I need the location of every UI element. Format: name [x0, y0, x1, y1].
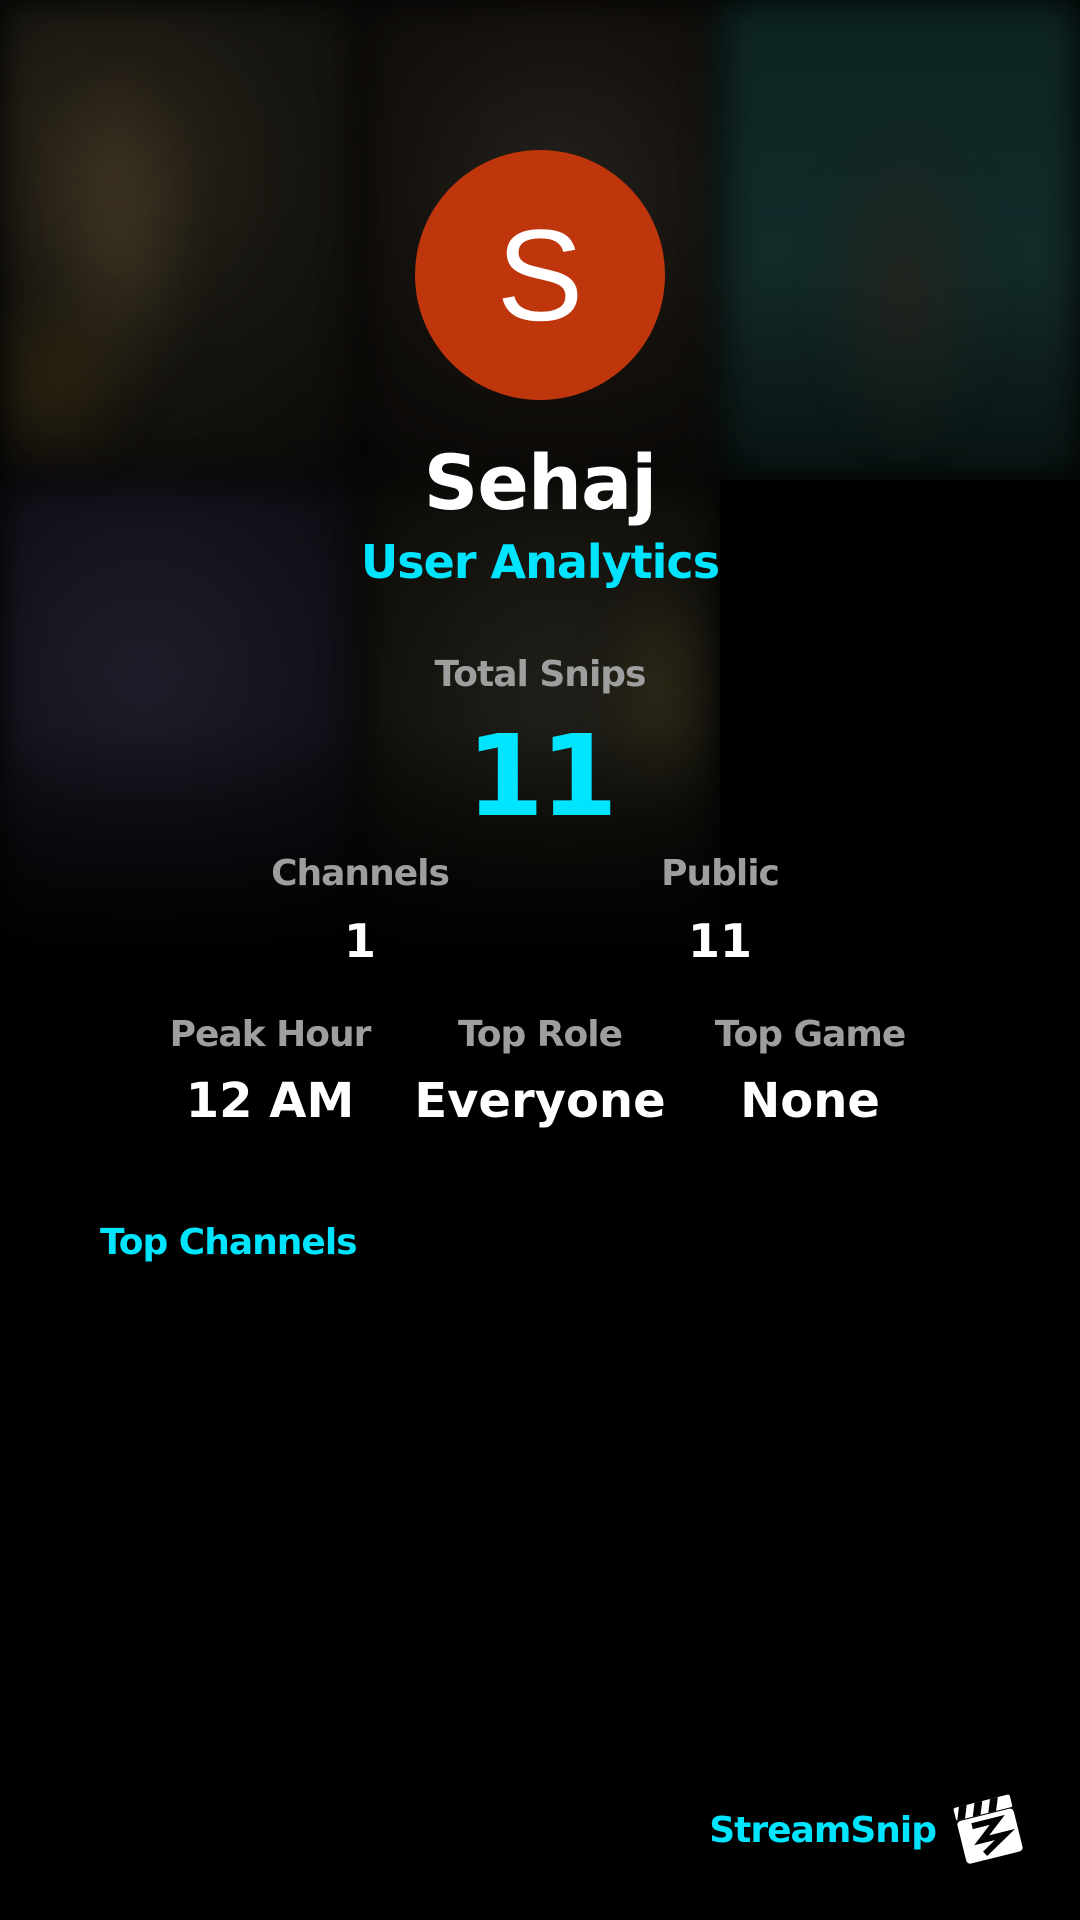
avatar-initial: S [496, 202, 584, 348]
stat-peak-hour: Peak Hour 12 AM [130, 1014, 410, 1129]
stat-top-role: Top Role Everyone [400, 1014, 680, 1129]
stat-label: Channels [271, 853, 450, 894]
clapperboard-icon [953, 1794, 1023, 1864]
brand-watermark: StreamSnip [709, 1790, 1028, 1870]
stat-label: Public [661, 853, 780, 894]
stat-public: Public 11 [590, 853, 850, 968]
stat-label: Peak Hour [169, 1014, 372, 1055]
stat-label: Top Game [714, 1014, 907, 1055]
stat-value: Everyone [414, 1073, 666, 1129]
stat-value: 12 AM [185, 1073, 355, 1129]
analytics-content: S Sehaj User Analytics Total Snips 11 Ch… [0, 0, 1080, 1920]
stat-value: 11 [687, 914, 752, 968]
stat-channels: Channels 1 [230, 853, 490, 968]
stat-value: None [740, 1073, 880, 1129]
stat-top-game: Top Game None [670, 1014, 950, 1129]
total-snips-value: 11 [466, 712, 618, 842]
analytics-screen: S Sehaj User Analytics Total Snips 11 Ch… [0, 0, 1080, 1920]
brand-name: StreamSnip [709, 1809, 937, 1851]
stat-label: Top Role [457, 1014, 623, 1055]
username: Sehaj [423, 438, 658, 527]
top-channels-heading: Top Channels [100, 1222, 358, 1263]
stat-value: 1 [343, 914, 376, 968]
avatar: S [415, 150, 665, 400]
page-subtitle: User Analytics [360, 535, 720, 589]
total-snips-label: Total Snips [434, 654, 647, 695]
